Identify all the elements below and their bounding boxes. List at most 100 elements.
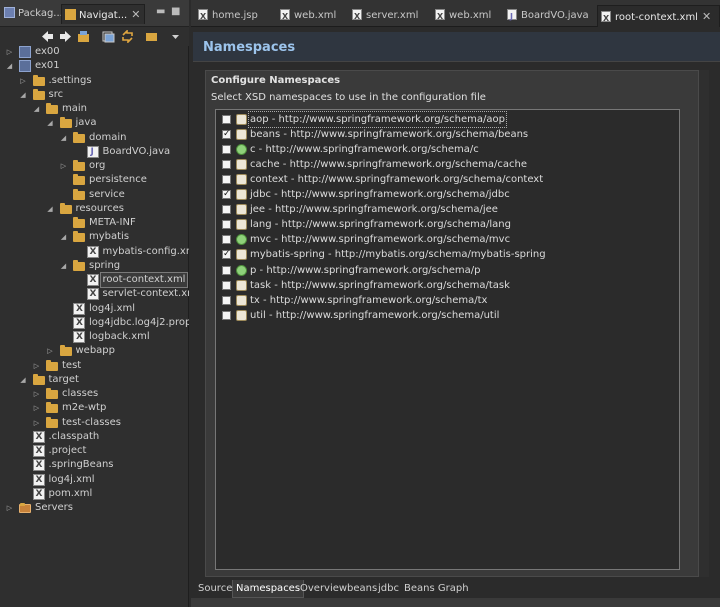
tree-item[interactable]: ◢ resources: [0, 202, 189, 216]
back-arrow-icon[interactable]: [41, 30, 54, 43]
tree-item[interactable]: log4jdbc.log4j2.properti: [0, 316, 189, 330]
namespace-checkbox[interactable]: [222, 145, 231, 155]
chevron-right-icon[interactable]: ▷: [5, 45, 14, 59]
vertical-scrollbar[interactable]: [699, 70, 709, 577]
chevron-down-icon[interactable]: ◢: [46, 202, 55, 216]
tree-item[interactable]: ◢ spring: [0, 259, 189, 273]
chevron-right-icon[interactable]: ▷: [32, 401, 41, 415]
editor-tab-label: server.xml: [366, 10, 419, 21]
close-icon[interactable]: ✕: [131, 8, 140, 21]
tree-item[interactable]: ◢ target: [0, 373, 189, 387]
chevron-right-icon[interactable]: ▷: [32, 359, 41, 373]
tree-item[interactable]: ▷ test-classes: [0, 416, 189, 430]
xml-file-icon: [86, 245, 99, 259]
tree-item[interactable]: log4j.xml: [0, 302, 189, 316]
chevron-right-icon[interactable]: ▷: [32, 387, 41, 401]
tree-item[interactable]: ◢ mybatis: [0, 230, 189, 244]
editor-page-tab[interactable]: Overview: [297, 580, 350, 598]
namespace-checkbox[interactable]: [222, 295, 231, 305]
tree-item[interactable]: .project: [0, 444, 189, 458]
editor-tab[interactable]: BoardVO.java: [504, 5, 592, 28]
tree-item[interactable]: pom.xml: [0, 487, 189, 501]
tree-item[interactable]: ▷ test: [0, 359, 189, 373]
tree-item[interactable]: ▷ webapp: [0, 344, 189, 358]
tree-item[interactable]: ▷ .settings: [0, 74, 189, 88]
editor-tab[interactable]: home.jsp: [195, 5, 273, 28]
collapse-all-icon[interactable]: [102, 30, 115, 43]
tree-item[interactable]: ◢ ex01: [0, 59, 189, 73]
namespace-checkbox[interactable]: [222, 310, 231, 320]
up-folder-icon[interactable]: [77, 30, 90, 43]
tree-item[interactable]: ▷ m2e-wtp: [0, 401, 189, 415]
tree-item[interactable]: ◢ main: [0, 102, 189, 116]
namespace-checkbox[interactable]: [222, 127, 231, 142]
tree-item[interactable]: persistence: [0, 173, 189, 187]
chevron-down-icon[interactable]: ◢: [5, 59, 14, 73]
namespace-icon: [236, 129, 247, 141]
chevron-down-icon[interactable]: ◢: [19, 88, 28, 102]
horizontal-scrollbar[interactable]: [191, 598, 720, 607]
tree-item[interactable]: .springBeans: [0, 458, 189, 472]
chevron-right-icon[interactable]: ▷: [5, 501, 14, 515]
tree-item[interactable]: ◢ src: [0, 88, 189, 102]
chevron-right-icon[interactable]: ▷: [59, 159, 68, 173]
package-explorer-icon: [4, 7, 15, 18]
close-icon[interactable]: ✕: [702, 10, 711, 23]
tree-item[interactable]: ▷ org: [0, 159, 189, 173]
tree-item[interactable]: ◢ java: [0, 116, 189, 130]
namespace-checkbox[interactable]: [222, 160, 231, 170]
namespace-checkbox[interactable]: [222, 265, 231, 275]
maximize-icon[interactable]: ■: [171, 6, 180, 17]
link-with-editor-icon[interactable]: [121, 30, 134, 43]
namespace-row: p - http://www.springframework.org/schem…: [216, 263, 676, 278]
chevron-down-icon[interactable]: ◢: [59, 259, 68, 273]
namespace-checkbox[interactable]: [222, 115, 231, 124]
namespace-checkbox[interactable]: [222, 235, 231, 245]
xml-file-icon: [73, 316, 85, 330]
chevron-right-icon[interactable]: ▷: [32, 416, 41, 430]
tree-item[interactable]: ◢ domain: [0, 131, 189, 145]
tree-item[interactable]: BoardVO.java: [0, 145, 189, 159]
chevron-down-icon[interactable]: ◢: [59, 131, 68, 145]
chevron-right-icon[interactable]: ▷: [46, 344, 55, 358]
namespace-checkbox[interactable]: [222, 205, 231, 215]
filter-folder-icon[interactable]: [145, 30, 158, 43]
tree-item[interactable]: log4j.xml: [0, 473, 189, 487]
tree-item[interactable]: servlet-context.xml: [0, 287, 189, 301]
editor-page-tab[interactable]: Source: [195, 580, 235, 598]
tree-item[interactable]: ▷ Servers: [0, 501, 189, 515]
editor-page-tab[interactable]: Namespaces: [232, 580, 305, 598]
namespace-checkbox[interactable]: [222, 280, 231, 290]
namespace-list: aop - http://www.springframework.org/sch…: [215, 109, 680, 570]
xml-file-icon: [352, 6, 362, 28]
tree-item[interactable]: mybatis-config.xml: [0, 245, 189, 259]
editor-tab[interactable]: root-context.xml ✕: [597, 5, 720, 30]
editor-page-tab[interactable]: Beans Graph: [401, 580, 472, 598]
namespace-checkbox[interactable]: [222, 247, 231, 262]
chevron-down-icon[interactable]: ◢: [32, 102, 41, 116]
chevron-down-icon[interactable]: ◢: [46, 116, 55, 130]
tab-package-explorer[interactable]: Packag...: [4, 4, 63, 24]
namespace-checkbox[interactable]: [222, 220, 231, 230]
editor-tab[interactable]: web.xml: [432, 5, 500, 28]
namespace-checkbox[interactable]: [222, 175, 231, 185]
tree-item[interactable]: .classpath: [0, 430, 189, 444]
tree-item[interactable]: ▷ ex00: [0, 45, 189, 59]
forward-arrow-icon[interactable]: [59, 30, 72, 43]
chevron-right-icon[interactable]: ▷: [19, 74, 28, 88]
tab-navigator[interactable]: Navigat... ✕: [61, 4, 146, 24]
tree-item[interactable]: logback.xml: [0, 330, 189, 344]
view-menu-icon[interactable]: [169, 30, 182, 43]
chevron-down-icon[interactable]: ◢: [59, 230, 68, 244]
namespace-checkbox[interactable]: [222, 187, 231, 202]
tree-item[interactable]: ▷ classes: [0, 387, 189, 401]
tree-item[interactable]: META-INF: [0, 216, 189, 230]
tree-item[interactable]: service: [0, 188, 189, 202]
tree-item[interactable]: root-context.xml: [0, 272, 189, 288]
editor-tab[interactable]: web.xml: [277, 5, 345, 28]
namespace-row: tx - http://www.springframework.org/sche…: [216, 293, 676, 308]
editor-tab[interactable]: server.xml: [349, 5, 427, 28]
editor-page-tab[interactable]: jdbc: [375, 580, 402, 598]
chevron-down-icon[interactable]: ◢: [19, 373, 28, 387]
minimize-icon[interactable]: ▬: [156, 6, 165, 17]
